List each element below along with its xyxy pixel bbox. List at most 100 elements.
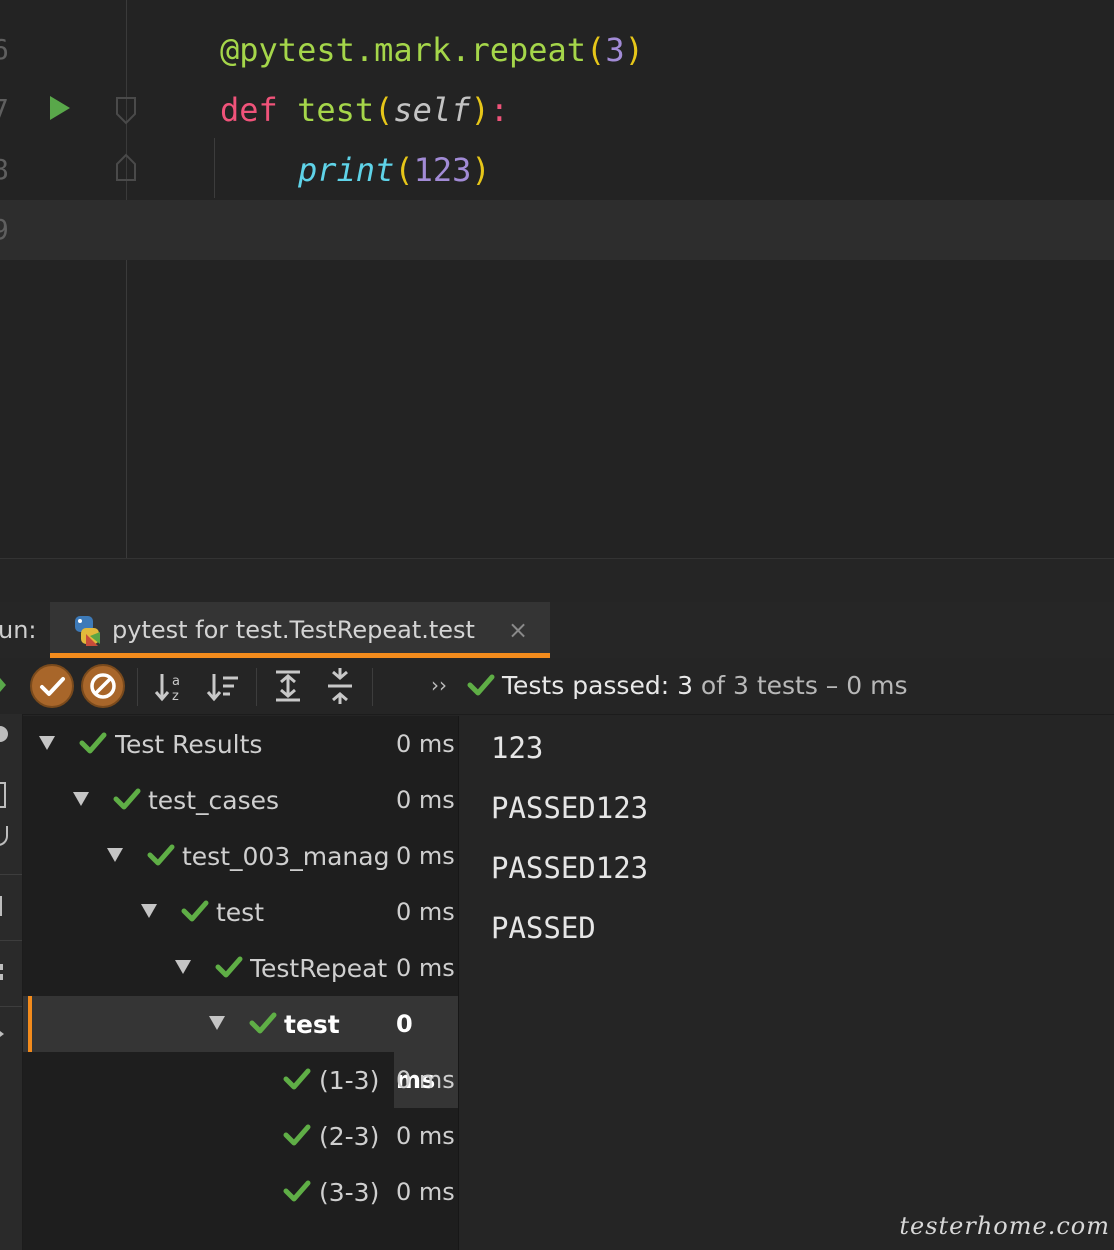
passed-check-icon xyxy=(283,1180,311,1202)
show-passed-button[interactable] xyxy=(30,664,74,708)
tree-node-duration: 0 ms xyxy=(396,954,455,982)
code-token: def xyxy=(220,91,298,129)
chevron-down-icon[interactable] xyxy=(39,736,55,750)
tree-node-duration: 0 ms xyxy=(396,730,455,758)
tree-node-test-class[interactable]: TestRepeat 0 ms xyxy=(23,940,458,996)
tree-node-label: (3-3) xyxy=(319,1178,380,1207)
code-text[interactable]: @pytest.mark.repeat(3) xyxy=(220,20,644,80)
console-line: 123 xyxy=(491,731,544,765)
sort-alphabetically-icon[interactable]: a z xyxy=(154,664,198,708)
passed-check-icon xyxy=(249,1012,277,1034)
code-editor[interactable]: 6 @pytest.mark.repeat(3) 7 def test(self… xyxy=(0,0,1114,558)
tree-node-duration: 0 ms xyxy=(396,842,455,870)
tab-title: pytest for test.TestRepeat.test xyxy=(112,616,475,644)
show-ignored-button[interactable] xyxy=(81,664,125,708)
run-test-icon[interactable] xyxy=(48,94,72,122)
python-test-icon xyxy=(75,616,100,646)
passed-check-icon xyxy=(467,674,495,696)
line-number: 7 xyxy=(0,93,9,126)
passed-check-icon xyxy=(283,1068,311,1090)
tree-node-duration: 0 ms xyxy=(396,786,455,814)
tree-node-duration: 0 ms xyxy=(396,898,455,926)
tree-node-label: test_003_manag xyxy=(182,842,390,871)
passed-check-icon xyxy=(113,788,141,810)
watermark: testerhome.com xyxy=(899,1212,1110,1240)
line-number: 6 xyxy=(0,33,9,66)
code-text[interactable]: print(123) xyxy=(298,140,491,200)
tree-node-label: Test Results xyxy=(115,730,263,759)
test-results-tree[interactable]: Test Results 0 ms test_cases 0 ms test_0… xyxy=(23,716,458,1250)
console-line: PASSED xyxy=(491,911,596,945)
passed-check-icon xyxy=(79,732,107,754)
expand-all-icon[interactable] xyxy=(272,664,316,708)
pin-tab-icon[interactable] xyxy=(0,896,2,916)
code-line-9[interactable]: 9 xyxy=(0,200,1114,260)
chevron-down-icon[interactable] xyxy=(209,1016,225,1030)
rerun-icon[interactable] xyxy=(0,678,6,692)
tree-node-label: test xyxy=(216,898,265,927)
toolbar-separator xyxy=(372,668,373,706)
code-line-7[interactable]: 7 def test(self): xyxy=(0,80,1114,140)
collapse-all-icon[interactable] xyxy=(324,664,368,708)
selection-indicator xyxy=(28,996,32,1052)
test-toolbar: a z ›› Tests passed: 3 of 3 tests – 0 ms xyxy=(0,658,1114,715)
history-icon[interactable] xyxy=(0,826,8,846)
line-number: 8 xyxy=(0,153,9,186)
tree-node-test-module[interactable]: test_003_manag 0 ms xyxy=(23,828,458,884)
tree-node-repeat-3[interactable]: (3-3) 0 ms xyxy=(23,1164,458,1220)
tree-node-test-results[interactable]: Test Results 0 ms xyxy=(23,716,458,772)
run-config-tab[interactable]: pytest for test.TestRepeat.test × xyxy=(50,602,550,658)
console-output[interactable]: 123 PASSED123 PASSED123 PASSED testerhom… xyxy=(459,716,1114,1250)
tree-node-test-package[interactable]: test 0 ms xyxy=(23,884,458,940)
code-token: : xyxy=(489,91,509,129)
code-token: ) xyxy=(470,91,490,129)
code-text[interactable]: def test(self): xyxy=(220,80,509,140)
tree-node-label: (2-3) xyxy=(319,1122,380,1151)
code-token: ) xyxy=(471,151,491,189)
code-token: @pytest.mark.repeat xyxy=(220,31,587,69)
passed-check-icon xyxy=(147,844,175,866)
tree-node-test-cases[interactable]: test_cases 0 ms xyxy=(23,772,458,828)
toolbar-separator xyxy=(256,668,257,706)
fold-start-icon[interactable] xyxy=(115,96,137,126)
tree-node-test-method[interactable]: test 0 ms xyxy=(23,996,458,1108)
code-token: 123 xyxy=(413,151,472,189)
run-side-toolbar xyxy=(0,714,23,1250)
sort-by-duration-icon[interactable] xyxy=(206,664,250,708)
console-line: PASSED123 xyxy=(491,791,649,825)
strip-separator xyxy=(0,940,22,941)
export-icon[interactable] xyxy=(0,1028,4,1040)
code-token: ( xyxy=(374,91,394,129)
code-token: test xyxy=(297,91,375,129)
chevron-down-icon[interactable] xyxy=(73,792,89,806)
code-token: ) xyxy=(624,31,644,69)
restore-layout-icon[interactable] xyxy=(0,782,6,808)
stop-icon[interactable] xyxy=(0,726,8,742)
tree-node-repeat-1[interactable]: (1-3) 0 ms xyxy=(23,1052,458,1108)
tree-node-label: test xyxy=(284,1010,340,1039)
svg-text:a: a xyxy=(172,674,180,689)
code-line-8[interactable]: 8 print(123) xyxy=(0,140,1114,200)
chevron-down-icon[interactable] xyxy=(141,904,157,918)
code-token: self xyxy=(393,91,471,129)
close-icon[interactable]: × xyxy=(508,602,528,658)
run-tab-strip: un: pytest for test.TestRepeat.test × xyxy=(0,602,1114,659)
line-number: 9 xyxy=(0,213,9,246)
fold-end-icon[interactable] xyxy=(115,152,137,182)
tree-node-repeat-2[interactable]: (2-3) 0 ms xyxy=(23,1108,458,1164)
tree-node-duration: 0 ms xyxy=(396,1178,455,1206)
layout-icon[interactable] xyxy=(0,964,3,970)
toolbar-overflow-button[interactable]: ›› xyxy=(431,658,447,712)
run-label: un: xyxy=(0,616,37,644)
chevron-down-icon[interactable] xyxy=(175,960,191,974)
tree-node-duration: 0 ms xyxy=(396,1066,455,1094)
ignored-icon xyxy=(90,673,116,699)
tree-node-duration: 0 ms xyxy=(396,1122,455,1150)
tree-node-label: (1-3) xyxy=(319,1066,380,1095)
code-line-6[interactable]: 6 @pytest.mark.repeat(3) xyxy=(0,20,1114,80)
check-icon xyxy=(40,677,65,696)
passed-check-icon xyxy=(283,1124,311,1146)
svg-text:z: z xyxy=(172,689,179,704)
code-token: print xyxy=(298,151,395,189)
chevron-down-icon[interactable] xyxy=(107,848,123,862)
